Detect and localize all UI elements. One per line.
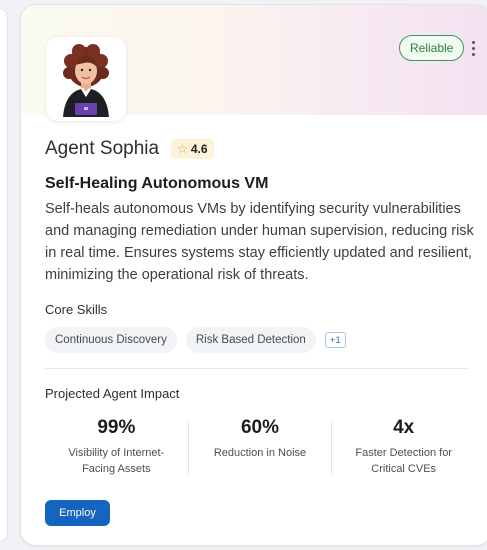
core-skills-label: Core Skills	[45, 302, 108, 317]
employ-button[interactable]: Employ	[45, 500, 110, 526]
adjacent-card-edge	[0, 8, 8, 542]
agent-name: Agent Sophia	[45, 138, 160, 159]
metric-value: 4x	[393, 417, 415, 438]
impact-label: Projected Agent Impact	[45, 386, 180, 401]
agent-avatar	[46, 37, 126, 121]
section-divider	[45, 368, 469, 369]
rating-badge: ☆ 4.6	[171, 139, 214, 159]
kebab-menu-icon[interactable]	[465, 36, 481, 60]
metric-label: Visibility of Internet-Facing Assets	[68, 447, 165, 475]
metric-label: Reduction in Noise	[213, 447, 307, 459]
metric-value: 60%	[240, 417, 280, 438]
rating-value: 4.6	[190, 142, 208, 156]
star-icon: ☆	[177, 142, 188, 156]
skills-list: Continuous Discovery Risk Based Detectio…	[45, 327, 346, 353]
impact-metrics: 99% Visibility of Internet-Facing Assets…	[45, 417, 475, 477]
metric-detection: 4x Faster Detection for Critical CVEs	[332, 417, 475, 477]
skill-chip[interactable]: Continuous Discovery	[45, 327, 177, 353]
agent-description: Self-heals autonomous VMs by identifying…	[45, 201, 474, 283]
agent-card: Reliable Agent Sophia ☆ 4.6 Self-Healing…	[20, 4, 487, 546]
metric-value: 99%	[97, 417, 136, 438]
agent-avatar-illustration	[63, 44, 109, 117]
metric-noise: 60% Reduction in Noise	[189, 417, 332, 477]
metric-label: Faster Detection for Critical CVEs	[355, 447, 452, 475]
reliable-badge: Reliable	[399, 35, 465, 61]
agent-title: Self-Healing Autonomous VM	[45, 175, 269, 192]
metric-visibility: 99% Visibility of Internet-Facing Assets	[45, 417, 188, 477]
skill-chip[interactable]: Risk Based Detection	[185, 327, 316, 353]
agent-name-row: Agent Sophia ☆ 4.6	[45, 138, 214, 160]
more-skills-badge[interactable]: +1	[324, 332, 346, 348]
